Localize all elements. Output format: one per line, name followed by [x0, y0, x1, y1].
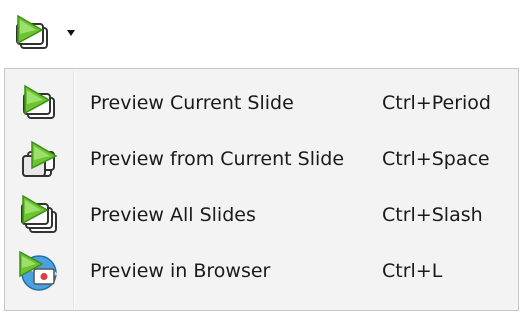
menu-item-shortcut: Ctrl+Space	[382, 148, 490, 170]
menu-item-label: Preview in Browser	[90, 260, 271, 282]
menu-item-preview-current-slide[interactable]: Preview Current Slide Ctrl+Period	[5, 75, 518, 131]
menu-item-label: Preview from Current Slide	[90, 148, 345, 170]
menu-item-preview-in-browser[interactable]: Preview in Browser Ctrl+L	[5, 243, 518, 299]
preview-from-current-slide-icon	[5, 131, 73, 187]
menu-item-preview-from-current-slide[interactable]: Preview from Current Slide Ctrl+Space	[5, 131, 518, 187]
preview-slide-icon[interactable]	[6, 8, 58, 58]
menu-item-label: Preview All Slides	[90, 204, 256, 226]
menu-item-shortcut: Ctrl+Period	[382, 92, 491, 114]
preview-menu: Preview Current Slide Ctrl+Period Previe…	[4, 68, 519, 311]
menu-item-preview-all-slides[interactable]: Preview All Slides Ctrl+Slash	[5, 187, 518, 243]
preview-current-slide-icon	[5, 75, 73, 131]
preview-all-slides-icon	[5, 187, 73, 243]
dropdown-arrow-icon[interactable]	[58, 8, 84, 58]
menu-item-label: Preview Current Slide	[90, 92, 294, 114]
menu-item-shortcut: Ctrl+Slash	[382, 204, 483, 226]
preview-split-button[interactable]	[6, 4, 90, 62]
menu-item-shortcut: Ctrl+L	[382, 260, 443, 282]
preview-in-browser-icon	[5, 243, 73, 299]
